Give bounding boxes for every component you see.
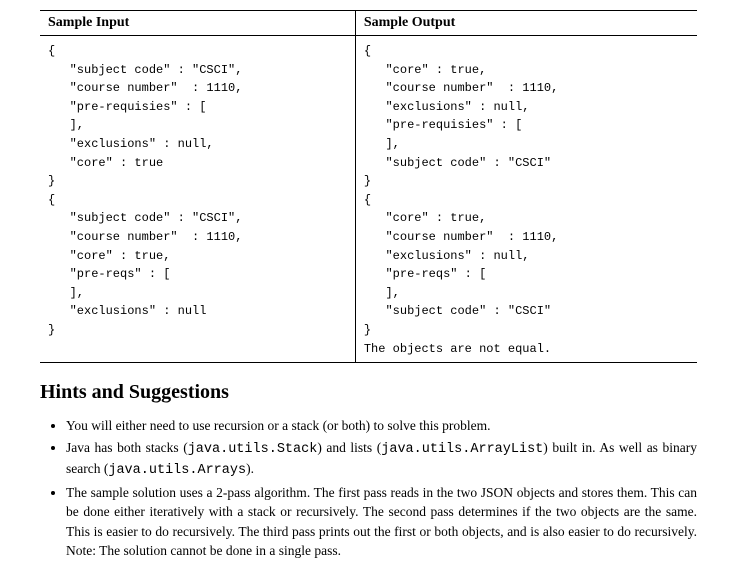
hint-text: ). xyxy=(246,461,254,476)
code-arrays: java.utils.Arrays xyxy=(108,463,246,478)
hint-item-recursion: You will either need to use recursion or… xyxy=(66,416,697,436)
hints-list: You will either need to use recursion or… xyxy=(40,416,697,561)
code-arraylist: java.utils.ArrayList xyxy=(381,442,543,457)
hint-item-java-collections: Java has both stacks (java.utils.Stack) … xyxy=(66,438,697,481)
sample-input-code: { "subject code" : "CSCI", "course numbe… xyxy=(40,36,355,363)
hints-heading: Hints and Suggestions xyxy=(40,381,697,404)
code-stack: java.utils.Stack xyxy=(188,442,318,457)
hint-text: ) and lists ( xyxy=(317,440,381,455)
hint-text: Java has both stacks ( xyxy=(66,440,188,455)
sample-io-table: Sample Input Sample Output { "subject co… xyxy=(40,10,697,363)
header-sample-output: Sample Output xyxy=(355,11,697,36)
hint-item-two-pass: The sample solution uses a 2-pass algori… xyxy=(66,483,697,561)
header-sample-input: Sample Input xyxy=(40,11,355,36)
sample-output-code: { "core" : true, "course number" : 1110,… xyxy=(355,36,697,363)
